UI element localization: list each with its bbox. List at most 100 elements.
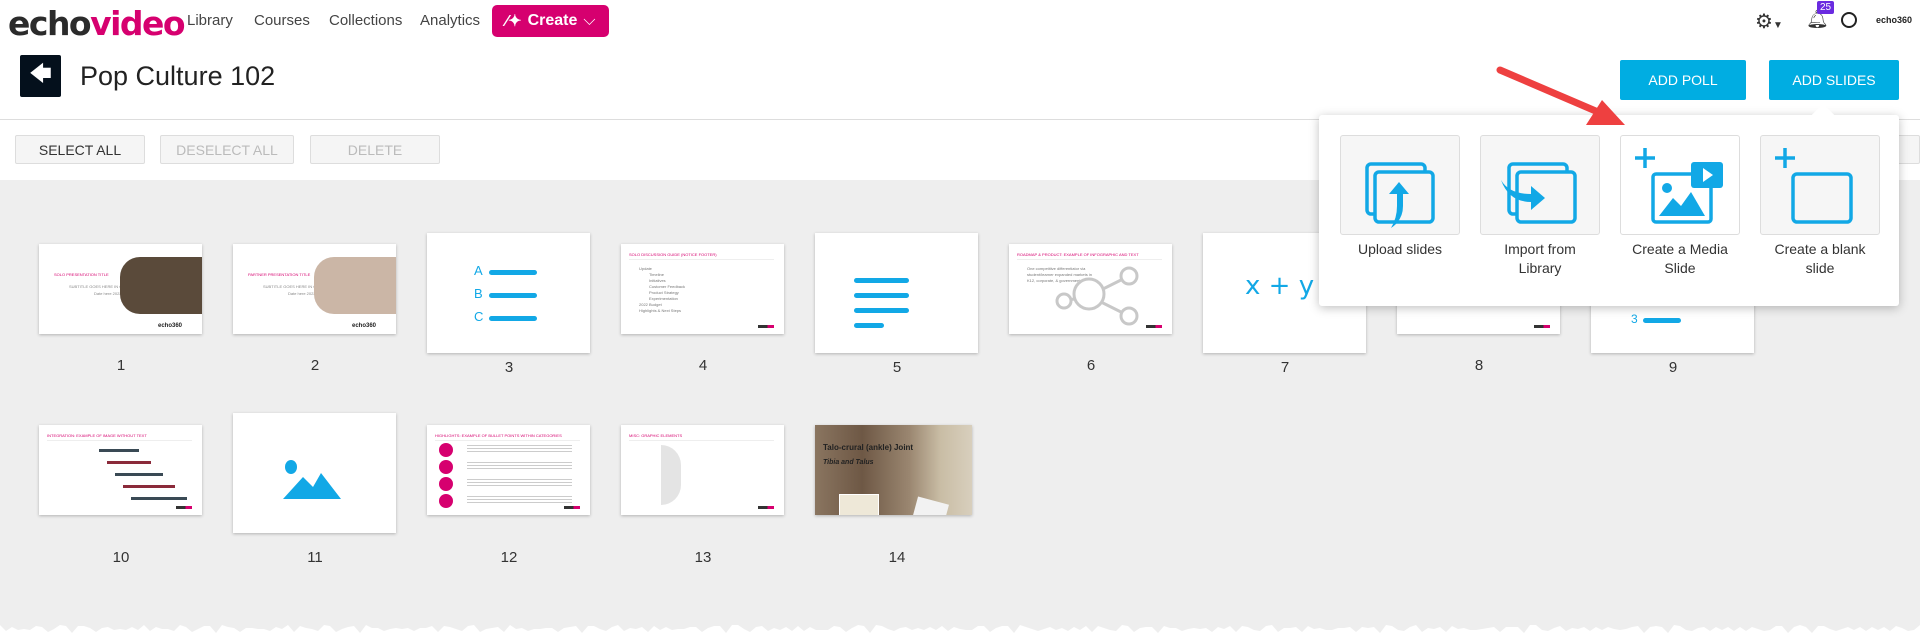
slide-title: ROADMAP & PRODUCT: EXAMPLE OF INFOGRAPHI… [1017,252,1139,257]
slide-thumbnail[interactable]: PARTNER PRESENTATION TITLE SUBTITLE GOES … [233,244,396,334]
deselect-all-button[interactable]: DESELECT ALL [160,135,294,164]
slide-thumbnail[interactable]: ROADMAP & PRODUCT: EXAMPLE OF INFOGRAPHI… [1009,244,1172,334]
gantt-bar [99,449,139,452]
bullet-lines [467,479,572,487]
slide-number: 3 [504,359,514,376]
image-placeholder-icon [283,459,343,499]
slide-thumbnail[interactable]: MISC: GRAPHIC ELEMENTS [621,425,784,515]
slide-thumbnail[interactable]: HIGHLIGHTS: EXAMPLE OF BULLET POINTS WIT… [427,425,590,515]
slide-number: 14 [888,549,906,566]
ankle-image [839,494,879,515]
torn-edge [0,625,1920,635]
nav-analytics[interactable]: Analytics [420,12,480,29]
slide-thumbnail[interactable] [815,233,978,353]
slide-number: 4 [698,357,708,374]
user-profile-icon[interactable] [1841,12,1857,28]
slide-date: Date here 2022 [94,291,122,296]
slide-text-line: Timeline [649,272,664,277]
slide-thumbnail[interactable]: ABC [427,233,590,353]
slide-number: 9 [1668,359,1678,376]
popup-caret [1811,103,1835,127]
slide-thumbnail[interactable]: Talo-crural (ankle) Joint Tibia and Talus [815,425,972,515]
magic-wand-icon: ⁄✦ [505,13,522,30]
bone-image [909,496,949,515]
slide-number: 8 [1474,357,1484,374]
footer-brand [758,325,774,328]
slide-title: MISC: GRAPHIC ELEMENTS [629,433,683,438]
slide-number: 11 [307,549,323,566]
gantt-bar [131,497,187,500]
slide-text-line: Customer Feedback [649,284,686,289]
poll-option-letter: B [474,286,483,301]
create-blank-slide-option[interactable] [1760,135,1880,235]
slide-text-line: Highlights & Next Steps [639,308,682,313]
select-all-button[interactable]: SELECT ALL [15,135,145,164]
bullet-lines [467,462,572,470]
arrow-left-icon: 🡄 [29,61,52,86]
slide-text-line: 2022 Budget [639,302,662,307]
nav-courses[interactable]: Courses [254,12,310,29]
slide-photo [314,257,396,314]
create-media-slide-option[interactable] [1620,135,1740,235]
math-expression: x + y [1245,271,1315,301]
upload-slides-option[interactable] [1340,135,1460,235]
gear-icon: ⚙ [1755,11,1773,33]
create-blank-slide-label[interactable]: Create a blank slide [1750,240,1890,278]
title-rule [1017,259,1162,260]
slide-brand: echo360 [351,323,376,329]
upload-slides-icon [1365,162,1435,228]
slide-thumbnail[interactable]: SOLO PRESENTATION TITLE SUBTITLE GOES HER… [39,244,202,334]
text-line-bar [854,323,884,328]
gantt-bar [107,461,151,464]
poll-option-bar [489,270,537,275]
slide-number: 1 [116,357,126,374]
back-button[interactable]: 🡄 [20,55,61,97]
add-slides-button[interactable]: ADD SLIDES [1769,60,1899,100]
page-title: Pop Culture 102 [80,61,276,91]
poll-option-letter: C [474,309,484,324]
category-circle [439,477,453,491]
echovideo-logo[interactable]: echovideo [8,4,186,43]
text-line-bar [854,308,909,313]
gantt-bar [115,473,163,476]
slide-title: SOLO PRESENTATION TITLE [54,272,109,277]
import-from-library-option[interactable] [1480,135,1600,235]
create-button[interactable]: ⁄✦ Create ⌵ [492,5,609,37]
settings-button[interactable]: ⚙▼ [1755,9,1783,34]
title-rule [435,440,580,441]
footer-brand [1146,325,1162,328]
slide-text-line: Update [639,266,652,271]
poll-option-bar [489,293,537,298]
nav-collections[interactable]: Collections [329,12,402,29]
title-rule [47,440,192,441]
nav-library[interactable]: Library [187,12,233,29]
slide-date: Date here 2022 [288,291,316,296]
slide-number: 10 [112,549,130,566]
slide-number: 13 [694,549,712,566]
annotation-arrow [1496,66,1625,125]
footer-brand [176,506,192,509]
text-line-bar [854,293,909,298]
slide-title: Talo-crural (ankle) Joint [823,443,914,452]
list-number: 3 [1631,312,1638,326]
import-library-icon [1501,162,1577,224]
blank-slide-icon [1775,148,1853,224]
create-media-slide-label[interactable]: Create a Media Slide [1610,240,1750,278]
echo360-brand: echo360 [1876,15,1913,25]
slide-text-line: Product Strategy [649,290,679,295]
slide-thumbnail[interactable] [233,413,396,533]
graphic-shape [661,445,681,505]
slide-thumbnail[interactable]: INTEGRATION: EXAMPLE OF IMAGE WITHOUT TE… [39,425,202,515]
slide-number: 12 [500,549,518,566]
bullet-lines [467,496,572,504]
delete-button[interactable]: DELETE [310,135,440,164]
slide-number: 6 [1086,357,1096,374]
slide-title: INTEGRATION: EXAMPLE OF IMAGE WITHOUT TE… [47,433,147,438]
upload-slides-label[interactable]: Upload slides [1330,240,1470,259]
import-from-library-label[interactable]: Import from Library [1470,240,1610,278]
poll-option-letter: A [474,263,483,278]
slide-number: 2 [310,357,320,374]
caret-down-icon: ▼ [1772,20,1783,31]
category-circle [439,443,453,457]
slide-thumbnail[interactable]: SOLO DISCUSSION GUIDE (NOTICE FOOTER) Upd… [621,244,784,334]
